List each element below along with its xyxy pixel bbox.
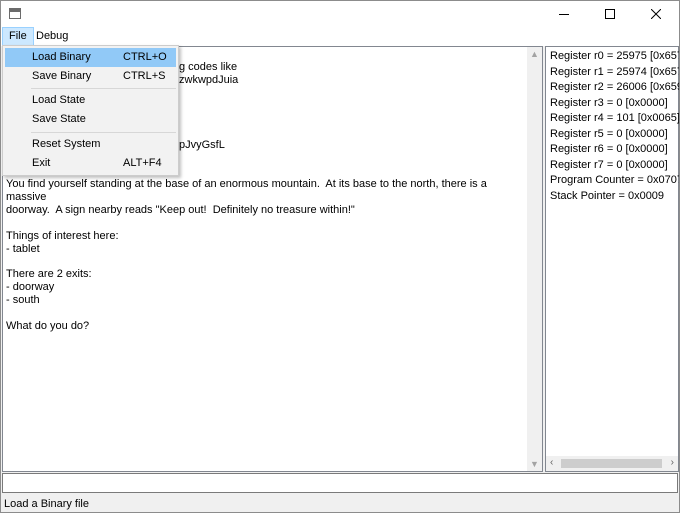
menu-item-save-state[interactable]: Save State [5,110,176,129]
file-menu-dropdown: Load Binary CTRL+O Save Binary CTRL+S Lo… [2,45,179,176]
hscroll-thumb[interactable] [561,459,662,468]
stack-pointer: Stack Pointer = 0x0009 [550,189,665,202]
maximize-icon [605,9,615,19]
register-r6: Register r6 = 0 [0x0000] [550,143,668,155]
registers-hscrollbar[interactable]: ‹ › [546,456,678,471]
title-bar[interactable] [1,1,679,27]
menu-separator [31,88,176,89]
console-scrollbar[interactable]: ▲ ▼ [527,47,542,471]
menu-debug[interactable]: Debug [30,27,74,46]
close-icon [651,9,661,19]
scroll-left-icon[interactable]: ‹ [550,457,553,468]
scroll-up-icon[interactable]: ▲ [530,49,539,59]
register-r3: Register r3 = 0 [0x0000] [550,96,668,109]
maximize-button[interactable] [587,1,633,27]
close-button[interactable] [633,1,679,27]
register-r7: Register r7 = 0 [0x0000] [550,158,668,171]
command-input[interactable] [2,473,678,493]
app-window: File Debug g codes like zwkwpdJuia pJvyG… [0,0,680,513]
register-list: Register r0 = 25975 [0x6577] Register r1… [550,49,680,204]
menu-item-save-binary[interactable]: Save Binary CTRL+S [5,67,176,86]
register-r0: Register r0 = 25975 [0x6577] [550,50,680,62]
minimize-button[interactable] [541,1,587,27]
status-text: Load a Binary file [4,498,89,510]
console-text: You find yourself standing at the base o… [6,178,487,332]
menu-file[interactable]: File [2,27,34,46]
menu-bar: File Debug [1,27,679,46]
register-r4: Register r4 = 101 [0x0065] [550,112,680,124]
console-fragment-1: g codes like [179,61,238,73]
scroll-down-icon[interactable]: ▼ [530,459,539,469]
scroll-right-icon[interactable]: › [671,457,674,468]
menu-separator [31,132,176,133]
app-window-icon [9,8,21,19]
menu-item-exit[interactable]: Exit ALT+F4 [5,154,176,173]
register-r2: Register r2 = 26006 [0x6596] [550,81,680,93]
register-r1: Register r1 = 25974 [0x6576] [550,65,680,78]
console-fragment-2: zwkwpdJuia [179,74,239,86]
menu-item-load-binary[interactable]: Load Binary CTRL+O [5,48,176,67]
status-bar: Load a Binary file [1,495,679,512]
minimize-icon [559,14,569,15]
menu-item-reset-system[interactable]: Reset System [5,135,176,154]
console-fragment-3: pJvyGsfL [179,139,225,151]
menu-item-load-state[interactable]: Load State [5,91,176,110]
register-r5: Register r5 = 0 [0x0000] [550,127,668,140]
program-counter: Program Counter = 0x0707 [550,174,680,186]
registers-panel[interactable]: Register r0 = 25975 [0x6577] Register r1… [545,46,679,472]
